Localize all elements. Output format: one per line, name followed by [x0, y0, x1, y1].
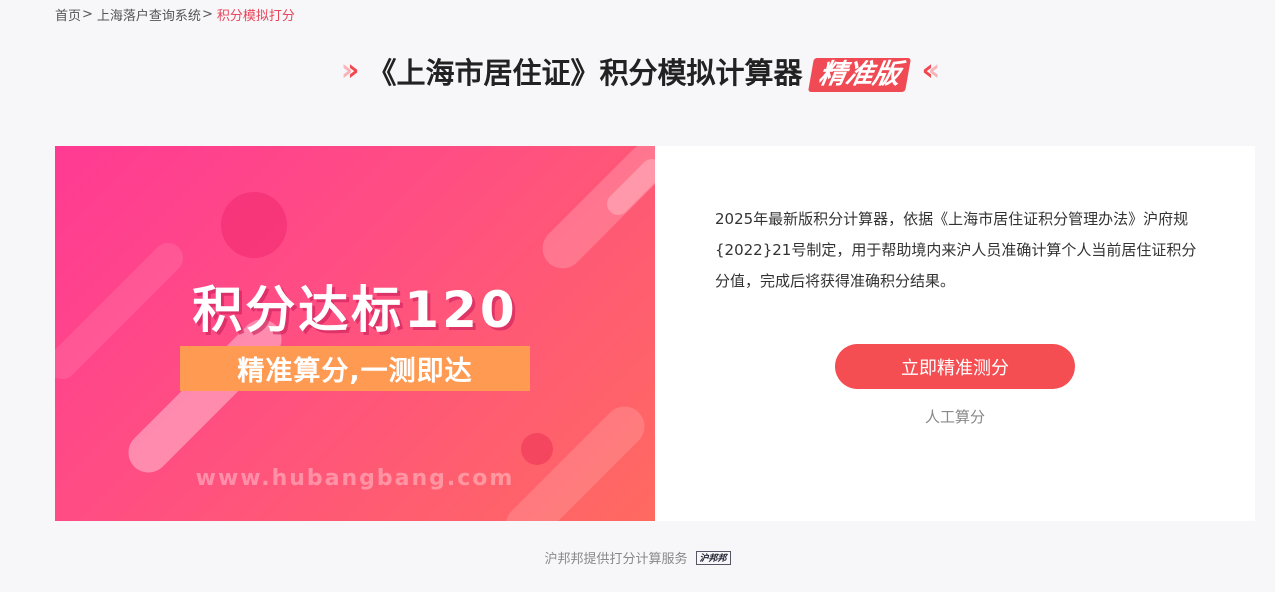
- hubangbang-logo: 沪邦邦: [695, 550, 731, 565]
- chevron-left-decor-icon: ‹‹: [921, 53, 941, 88]
- banner-subline: 精准算分,一测即达: [180, 346, 530, 391]
- banner-headline: 积分达标120: [192, 281, 518, 339]
- page-title-text: 《上海市居住证》积分模拟计算器: [367, 56, 803, 90]
- footer-text: 沪邦邦提供打分计算服务: [544, 552, 688, 567]
- decor-circle: [521, 433, 553, 465]
- banner-watermark: www.hubangbang.com: [195, 466, 515, 491]
- promo-banner: 积分达标120 精准算分,一测即达 www.hubangbang.com: [55, 146, 655, 521]
- manual-score-link[interactable]: 人工算分: [835, 406, 1075, 427]
- breadcrumb: 首页 > 上海落户查询系统 > 积分模拟打分: [55, 5, 295, 24]
- page-title: 《上海市居住证》积分模拟计算器 精准版: [367, 50, 911, 92]
- breadcrumb-separator: >: [82, 7, 93, 22]
- start-precise-score-button[interactable]: 立即精准测分: [835, 344, 1075, 389]
- decor-stripe: [497, 398, 653, 521]
- breadcrumb-separator: >: [201, 7, 213, 22]
- decor-stripe: [534, 146, 655, 277]
- calculator-card: 积分达标120 精准算分,一测即达 www.hubangbang.com 202…: [55, 146, 1255, 521]
- page-header: ›› 《上海市居住证》积分模拟计算器 精准版 ‹‹: [0, 46, 1275, 96]
- info-panel: 2025年最新版积分计算器，依据《上海市居住证积分管理办法》沪府规{2022}2…: [655, 146, 1255, 521]
- breadcrumb-current: 积分模拟打分: [216, 9, 295, 24]
- precision-badge: 精准版: [807, 58, 911, 92]
- footer: 沪邦邦提供打分计算服务 沪邦邦: [0, 548, 1275, 567]
- chevron-right-decor-icon: ››: [340, 53, 360, 88]
- breadcrumb-home[interactable]: 首页: [55, 5, 81, 24]
- calculator-description: 2025年最新版积分计算器，依据《上海市居住证积分管理办法》沪府规{2022}2…: [715, 210, 1197, 290]
- decor-circle: [221, 192, 287, 258]
- breadcrumb-settle-query[interactable]: 上海落户查询系统: [97, 5, 201, 24]
